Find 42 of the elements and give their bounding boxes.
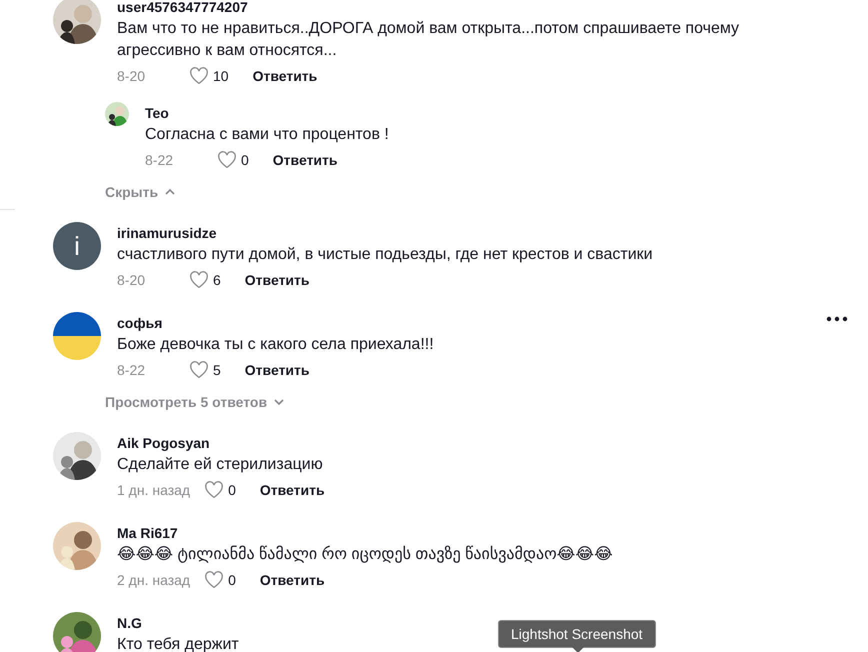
username[interactable]: user4576347774207 [117,0,848,16]
comment-text: 😂😂😂 ტილიანმა წამალი რო იცოდეს თავზე წაისვამდაო😂😂😂 [117,544,613,565]
reply-button[interactable]: Ответить [260,572,325,588]
heart-icon[interactable] [204,481,224,499]
comment-text: Боже девочка ты с какого села приехала!!! [117,335,434,355]
reply-button[interactable]: Ответить [272,152,338,168]
heart-icon[interactable] [189,271,209,289]
comment-date: 2 дн. назад [117,572,190,588]
like-count: 6 [213,272,221,288]
reply-button[interactable]: Ответить [252,68,318,84]
like-count: 10 [213,68,229,84]
comment-text: Сделайте ей стерилизацию [117,455,323,475]
tooltip: Lightshot Screenshot [498,620,656,648]
comment-text: Кто тебя держит [117,635,239,652]
like-count: 5 [213,362,221,378]
username[interactable]: irinamurusidze [117,224,848,242]
reply-button[interactable]: Ответить [244,362,310,378]
comment-date: 8-22 [117,362,146,378]
avatar[interactable]: i [53,222,101,270]
avatar[interactable] [53,312,101,360]
heart-icon[interactable] [189,361,209,379]
username[interactable]: софья [117,314,848,332]
username[interactable]: Ma Ri617 [117,524,848,542]
comment-text: Согласна с вами что процентов ! [145,125,389,145]
like-count: 0 [228,482,236,498]
comment-date: 1 дн. назад [117,482,190,498]
heart-icon[interactable] [204,571,224,589]
tooltip-arrow-icon [572,647,584,652]
comment-text: Вам что то не нравиться..ДОРОГА домой вам открыта...потом спрашиваете почему агрессивно к вам относятся... [117,19,740,61]
comment-date: 8-20 [117,68,146,84]
comment-text: счастливого пути домой, в чистые подьезды, где нет крестов и свастики [117,245,653,265]
like-count: 0 [228,572,236,588]
heart-icon[interactable] [217,151,237,169]
comment-date: 8-20 [117,272,146,288]
comment-date: 8-22 [145,152,174,168]
more-icon[interactable] [826,316,848,322]
reply-button[interactable]: Ответить [244,272,310,288]
username[interactable]: Aik Pogosyan [117,434,848,452]
like-count: 0 [241,152,249,168]
reply-button[interactable]: Ответить [260,482,325,498]
heart-icon[interactable] [189,67,209,85]
username[interactable]: Teo [145,104,848,122]
